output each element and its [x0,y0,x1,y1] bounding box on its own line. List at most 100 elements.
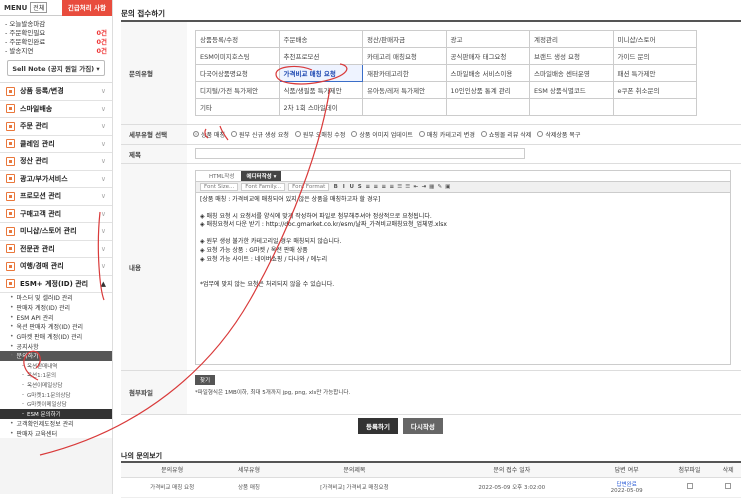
sidebar-item[interactable]: 상품 등록/변경 ∨ [0,83,112,101]
submenu-item[interactable]: 마스터 및 셀러ID 관리 [0,293,112,303]
all-menu-button[interactable]: 전체 [30,2,48,13]
inquiry-subitem[interactable]: G마켓1:1문의상담 [0,390,112,400]
inquiry-type-option[interactable]: 카테고리 매칭요청 [362,46,447,65]
submenu-item-inquiry[interactable]: 문의하기 [0,351,112,361]
detail-type-radio[interactable]: 상품 이미지 업데이트 [351,130,413,139]
inquiry-type-option[interactable]: 2차 1회 스마일데이 [278,97,363,116]
inquiry-type-option[interactable]: 미니샵/스토어 [612,29,697,48]
detail-type-radio[interactable]: 쇼핑몰 리뷰 삭제 [480,130,531,139]
answer-status[interactable]: 답변완료 [589,480,663,488]
status-row[interactable]: - 주문확인완료 0건 [5,38,107,47]
table-row[interactable]: 가격비교 매칭 요청 상품 매칭 [가격비교] 가격비교 매칭요청 2022-05-0… [121,477,741,498]
inquiry-subitem[interactable]: 옥션1:1문의 [0,371,112,381]
inquiry-type-option[interactable]: 10인인상품 통계 관리 [445,80,530,99]
sidebar-item[interactable]: 스마일배송 ∨ [0,100,112,118]
inquiry-subitem[interactable]: G마켓이메일상담 [0,400,112,410]
title-input[interactable] [195,148,525,159]
inquiry-type-option[interactable]: 기타 [195,97,280,116]
detail-type-radio[interactable]: 삭제상품 복구 [537,130,580,139]
inquiry-type-option[interactable]: 유아동/레저 특가제안 [362,80,447,99]
inquiry-type-option[interactable]: 추천프로모션 [278,46,363,65]
submenu-item[interactable]: 판매자 교육센터 [0,429,112,439]
chevron-down-icon: ∨ [100,262,106,271]
toolbar-button-icon[interactable]: ≡ [372,183,379,190]
register-button[interactable]: 등록하기 [358,418,398,434]
submenu-item[interactable]: 판매자 계정(ID) 관리 [0,303,112,313]
inquiry-type-option[interactable]: 다국어상품명요청 [195,63,280,82]
toolbar-button-icon[interactable]: ⇤ [412,183,419,190]
sidebar-item-label: 정산 관리 [20,157,49,166]
toolbar-button-icon[interactable]: ≡ [364,183,371,190]
sidebar-item[interactable]: 여행/경매 관리 ∨ [0,258,112,276]
inquiry-type-option[interactable]: e쿠폰 취소문의 [612,80,697,99]
sidebar-item[interactable]: 구매고객 관리 ∨ [0,205,112,223]
detail-type-radio[interactable]: 상품 매칭 [193,130,225,139]
column-header: 문의제목 [274,462,435,478]
checkbox-icon[interactable] [686,483,693,489]
inquiry-type-option[interactable]: 식품/생필품 특가제안 [278,80,363,99]
toolbar-button-icon[interactable]: ▦ [428,183,435,190]
toolbar-button-icon[interactable]: U [348,183,355,190]
inquiry-type-option[interactable]: 재판카테고리한 [362,63,447,82]
tab-html[interactable]: HTML작성 [204,171,239,181]
inquiry-type-option[interactable]: 스마일배송 서비스이용 [445,63,530,82]
toolbar-button-icon[interactable]: ☰ [404,183,411,190]
tab-editor[interactable]: 에디터작성 ▾ [241,170,282,181]
status-summary: - 오늘발송마감 - 주문확인필요 0건 - 주문확인완료 0건 - 발송지연 0건 … [0,16,112,83]
font-size-select[interactable]: Font Size... [200,182,239,191]
checkbox-icon[interactable] [725,483,732,489]
inquiry-type-option[interactable]: 공식판매자 태그요청 [445,46,530,65]
submenu-item[interactable]: ESM API 관리 [0,312,112,322]
toolbar-button-icon[interactable]: ≡ [380,183,387,190]
sidebar-item-esm-account[interactable]: ESM+ 계정(ID) 관리 ▲ [0,275,112,293]
toolbar-button-icon[interactable]: ☰ [396,183,403,190]
inquiry-type-option[interactable]: 주문배송 [278,29,363,48]
submenu-item[interactable]: G마켓 판매 계정(ID) 관리 [0,332,112,342]
sidebar-item[interactable]: 전문관 관리 ∨ [0,240,112,258]
font-family-select[interactable]: Font Family... [241,182,286,191]
submenu-item[interactable]: 공지사항 [0,341,112,351]
inquiry-type-option[interactable]: 정산/판매자금 [362,29,447,48]
inquiry-type-option[interactable]: 패션 특가제안 [612,63,697,82]
inquiry-type-option[interactable]: 디지털/가전 특가제안 [195,80,280,99]
status-row[interactable]: - 발송지연 0건 [5,47,107,56]
inquiry-type-option[interactable]: 상품등록/수정 [195,29,280,48]
inquiry-type-option[interactable]: 가격비교 매칭 요청 [278,63,363,82]
toolbar-button-icon[interactable]: B [332,183,339,190]
sidebar-item[interactable]: 미니샵/스토어 관리 ∨ [0,223,112,241]
inquiry-subitem[interactable]: 옥션이메일상담 [0,380,112,390]
toolbar-button-icon[interactable]: S [356,183,363,190]
sidebar-item[interactable]: 정산 관리 ∨ [0,153,112,171]
detail-type-radio[interactable]: 원부 신규 생성 요청 [231,130,289,139]
sidebar-item[interactable]: 프로모션 관리 ∨ [0,188,112,206]
inquiry-type-option[interactable]: ESM이미지호스팅 [195,46,280,65]
sidebar-item[interactable]: 주문 관리 ∨ [0,118,112,136]
inquiry-subitem-esm[interactable]: ESM 문의하기 [0,409,112,419]
editor-body[interactable]: [상품 매칭 : 가격비교에 매칭되어 있지 않은 상품을 매칭하고자 할 경우… [196,192,730,364]
sidebar-item[interactable]: 광고/부가서비스 ∨ [0,170,112,188]
inquiry-type-option[interactable]: 가이드 문의 [612,46,697,65]
toolbar-button-icon[interactable]: I [340,183,347,190]
toolbar-button-icon[interactable]: ⇥ [420,183,427,190]
toolbar-button-icon[interactable]: ≡ [388,183,395,190]
font-format-select[interactable]: Font Format [288,182,330,191]
inquiry-type-option[interactable]: 광고 [445,29,530,48]
toolbar-button-icon[interactable]: ▣ [444,183,451,190]
submenu-item[interactable]: 옥션 판매자 계정(ID) 관리 [0,322,112,332]
submenu-item[interactable]: 고객확인제도정보 관리 [0,419,112,429]
detail-type-radio[interactable]: 매칭 카테고리 변경 [418,130,475,139]
rewrite-button[interactable]: 다시작성 [402,418,443,434]
toolbar-button-icon[interactable]: ✎ [436,183,443,190]
inquiry-type-option[interactable]: 계정관리 [529,29,614,48]
inquiry-type-option[interactable]: 스마일배송 센터운영 [529,63,614,82]
status-row[interactable]: - 주문확인필요 0건 [5,29,107,38]
inquiry-type-option[interactable]: 브랜드 생성 요청 [529,46,614,65]
sidebar-item[interactable]: 클레임 관리 ∨ [0,135,112,153]
sell-note-dropdown[interactable]: Sell Note (공지 원일 가짐) ▾ [7,60,105,76]
detail-type-radio[interactable]: 원부 오매칭 수정 [294,130,345,139]
find-file-button[interactable]: 찾기 [195,375,216,385]
cell-title[interactable]: [가격비교] 가격비교 매칭요청 [274,477,435,498]
inquiry-type-option[interactable]: ESM 상품식별코드 [529,80,614,99]
inquiry-subitem[interactable]: 옥션판매내역 [0,361,112,371]
urgent-items-tab[interactable]: 긴급처리 사항 [61,0,112,16]
